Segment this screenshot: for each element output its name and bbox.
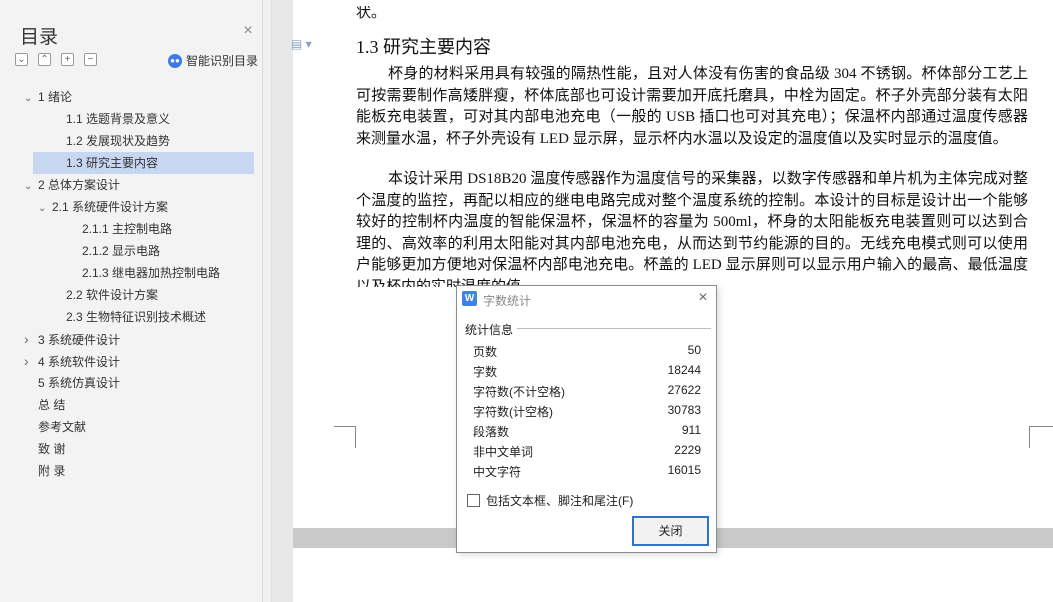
dialog-header[interactable]: W 字数统计 × — [457, 286, 716, 312]
stat-row: 页数 50 — [473, 341, 703, 361]
toc-item-label: 1.3 研究主要内容 — [66, 156, 159, 170]
stat-label: 字符数(计空格) — [473, 405, 553, 419]
document-next-page[interactable] — [293, 548, 1053, 602]
toc-item-label: 参考文献 — [38, 420, 87, 434]
toc-item-label: 1.1 选题背景及意义 — [66, 112, 171, 126]
toc-toolbar: ⌄ ⌃ + − — [15, 53, 97, 66]
toc-item[interactable]: 5 系统仿真设计 — [24, 372, 120, 394]
toc-item[interactable]: ⌄ 2.1 系统硬件设计方案 — [38, 196, 168, 218]
chevron-right-icon[interactable]: › — [24, 328, 38, 350]
toc-item[interactable]: ⌄ 1 绪论 — [24, 86, 72, 108]
toc-item[interactable]: 2.2 软件设计方案 — [52, 284, 158, 306]
toc-title: 目录 — [20, 27, 59, 48]
toc-item[interactable]: 总 结 — [24, 394, 65, 416]
smart-toc-button[interactable]: ●● 智能识别目录 — [168, 52, 258, 69]
toc-item-label: 2.2 软件设计方案 — [66, 288, 159, 302]
body-paragraph: 本设计采用 DS18B20 温度传感器作为温度信号的采集器，以数字传感器和单片机… — [356, 171, 1028, 287]
body-paragraph: 杯身的材料采用具有较强的隔热性能，且对人体没有伤害的食品级 304 不锈钢。杯体… — [356, 66, 1028, 147]
toc-item[interactable]: 1.1 选题背景及意义 — [52, 108, 170, 130]
stat-label: 段落数 — [473, 425, 510, 439]
dialog-title: 字数统计 — [483, 294, 532, 308]
stat-row: 字符数(计空格) 30783 — [473, 401, 703, 421]
paragraph-handle-icon[interactable]: ▤ ▾ — [291, 37, 312, 51]
toc-item-label: 2.1 系统硬件设计方案 — [52, 200, 169, 214]
toc-item[interactable]: 2.3 生物特征识别技术概述 — [52, 306, 206, 328]
add-icon[interactable]: + — [61, 53, 74, 66]
word-count-dialog: W 字数统计 × 统计信息 页数 50 字数 18244 字符数(不计空格) 27622 字… — [456, 285, 717, 553]
toc-item-label: 1 绪论 — [38, 90, 73, 104]
toc-item[interactable]: ⌄ 2 总体方案设计 — [24, 174, 120, 196]
checkbox-label: 包括文本框、脚注和尾注(F) — [486, 494, 634, 508]
stats-section-label: 统计信息 — [465, 321, 518, 338]
toc-item[interactable]: 1.3 研究主要内容 — [33, 152, 254, 174]
chevron-down-icon[interactable]: ⌄ — [24, 176, 38, 198]
stat-value: 27622 — [667, 383, 701, 397]
toc-item[interactable]: 2.1.2 显示电路 — [68, 240, 160, 262]
collapse-all-icon[interactable]: ⌃ — [38, 53, 51, 66]
toc-item[interactable]: 附 录 — [24, 460, 65, 482]
toc-item-label: 致 谢 — [38, 442, 66, 456]
stat-row: 字符数(不计空格) 27622 — [473, 381, 703, 401]
stat-label: 字符数(不计空格) — [473, 385, 565, 399]
toc-item-label: 2.3 生物特征识别技术概述 — [66, 310, 207, 324]
toc-item[interactable]: 2.1.1 主控制电路 — [68, 218, 172, 240]
stat-value: 50 — [687, 343, 701, 357]
smart-toc-icon: ●● — [168, 53, 182, 68]
chevron-down-icon[interactable]: ⌄ — [24, 88, 38, 110]
sidebar-scrollbar[interactable] — [263, 0, 272, 602]
stat-value: 18244 — [667, 363, 701, 377]
stat-value: 2229 — [674, 443, 701, 457]
stat-row: 段落数 911 — [473, 421, 703, 441]
toc-item[interactable]: 致 谢 — [24, 438, 65, 460]
toc-item-label: 附 录 — [38, 464, 66, 478]
chevron-right-icon[interactable]: › — [24, 350, 38, 372]
toc-item-label: 3 系统硬件设计 — [38, 333, 121, 347]
stat-row: 中文字符 16015 — [473, 461, 703, 481]
toc-item[interactable]: 1.2 发展现状及趋势 — [52, 130, 170, 152]
crop-mark — [1029, 426, 1053, 448]
stat-row: 非中文单词 2229 — [473, 441, 703, 461]
toc-item[interactable]: › 3 系统硬件设计 — [24, 328, 120, 350]
close-icon[interactable]: × — [695, 289, 711, 307]
close-button[interactable]: 关闭 — [632, 516, 709, 546]
toc-item-label: 2.1.2 显示电路 — [82, 244, 161, 258]
stat-row: 字数 18244 — [473, 361, 703, 381]
text-fragment: 状。 — [356, 6, 387, 20]
include-textbox-checkbox[interactable]: 包括文本框、脚注和尾注(F) — [467, 492, 633, 509]
stat-value: 16015 — [667, 463, 701, 477]
stat-label: 页数 — [473, 345, 498, 359]
stat-label: 字数 — [473, 365, 498, 379]
stat-label: 中文字符 — [473, 465, 522, 479]
toc-item-label: 1.2 发展现状及趋势 — [66, 134, 171, 148]
toc-item-label: 2.1.1 主控制电路 — [82, 222, 173, 236]
toc-item-label: 2.1.3 继电器加热控制电路 — [82, 266, 221, 280]
crop-mark — [334, 426, 356, 448]
toc-item[interactable]: › 4 系统软件设计 — [24, 350, 120, 372]
stat-value: 30783 — [667, 403, 701, 417]
stat-label: 非中文单词 — [473, 445, 534, 459]
toc-item-label: 2 总体方案设计 — [38, 178, 121, 192]
remove-icon[interactable]: − — [84, 53, 97, 66]
divider — [517, 328, 711, 329]
toc-item-label: 4 系统软件设计 — [38, 355, 121, 369]
toc-item[interactable]: 2.1.3 继电器加热控制电路 — [68, 262, 220, 284]
expand-all-icon[interactable]: ⌄ — [15, 53, 28, 66]
close-icon[interactable]: × — [241, 23, 255, 39]
toc-item-label: 总 结 — [38, 398, 66, 412]
smart-toc-label: 智能识别目录 — [186, 54, 259, 68]
stat-value: 911 — [681, 423, 701, 437]
wps-app-icon: W — [462, 291, 477, 306]
toc-item[interactable]: 参考文献 — [24, 416, 86, 438]
close-button-label: 关闭 — [658, 524, 683, 538]
chevron-down-icon[interactable]: ⌄ — [38, 198, 52, 220]
checkbox-box[interactable] — [467, 494, 480, 507]
toc-item-label: 5 系统仿真设计 — [38, 376, 121, 390]
toc-sidebar: 目录 × ⌄ ⌃ + − ●● 智能识别目录 ⌄ 1 绪论 1.1 选题背景及意义 1… — [0, 0, 263, 602]
section-heading: 1.3 研究主要内容 — [356, 37, 491, 57]
